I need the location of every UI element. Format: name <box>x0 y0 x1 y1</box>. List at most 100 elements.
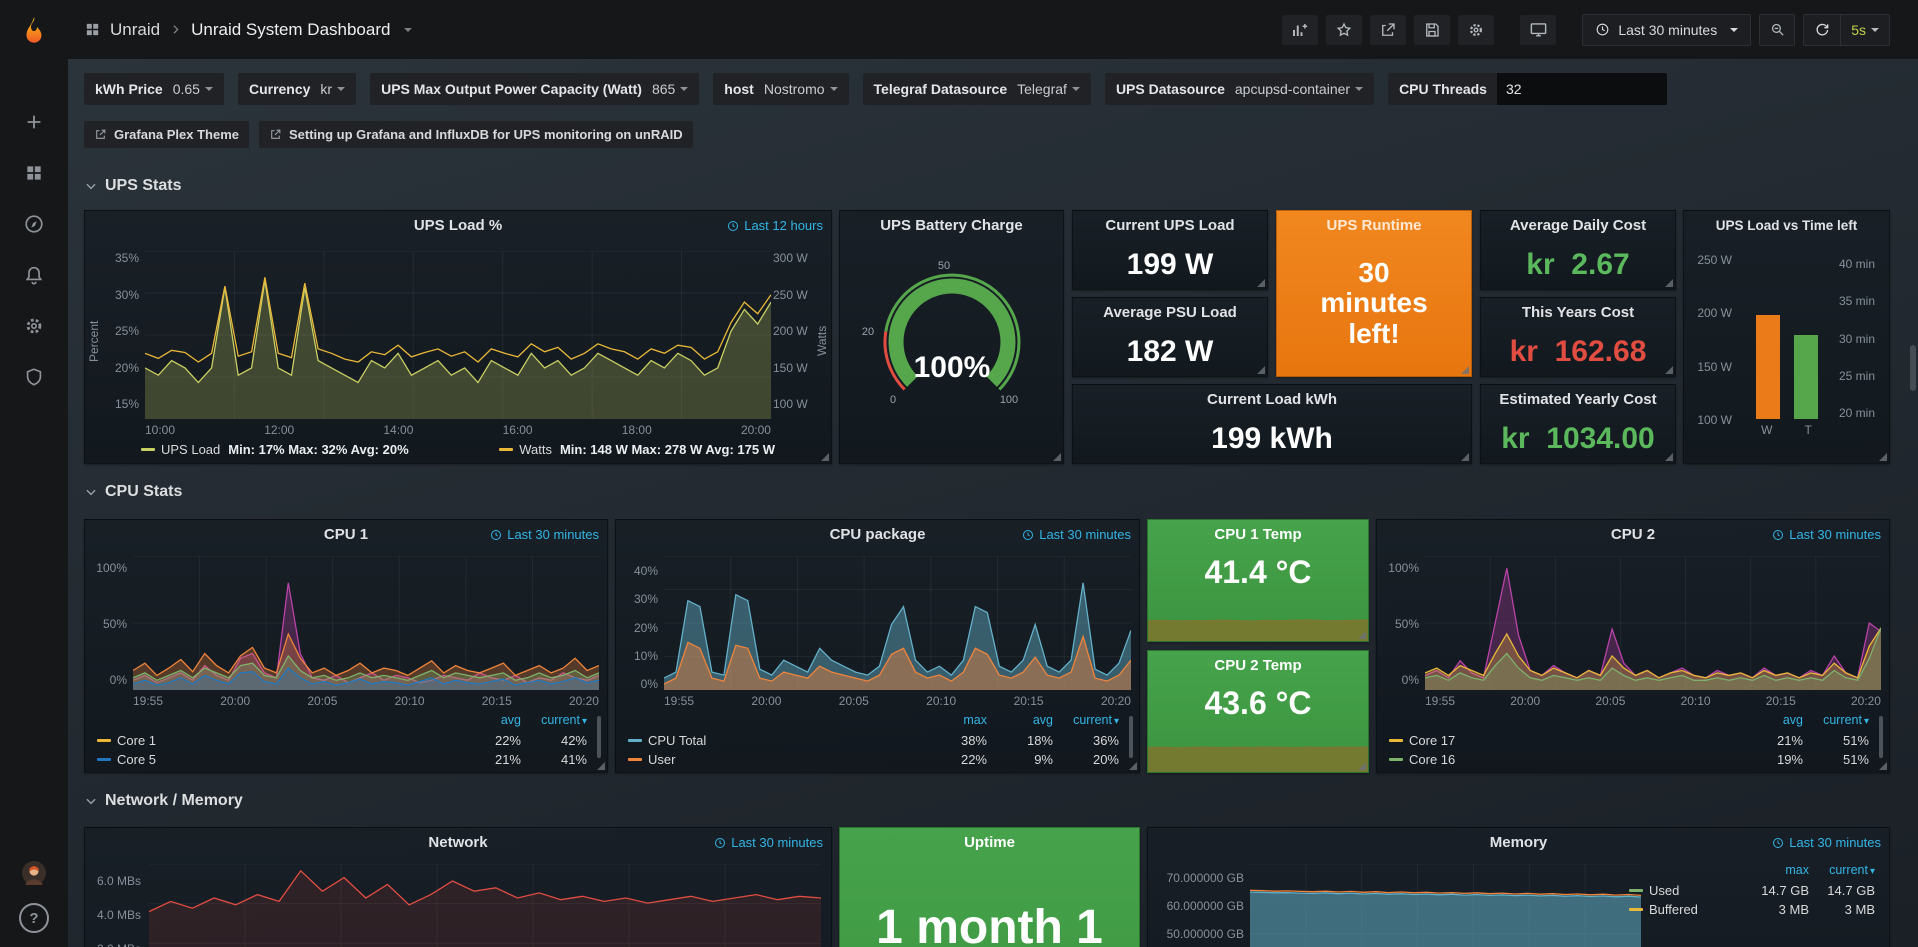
tv-kiosk-button[interactable] <box>1520 15 1556 45</box>
dashboards-icon[interactable] <box>22 161 46 185</box>
variable-value[interactable]: 865 <box>652 81 688 97</box>
panel-time-range[interactable]: Last 30 minutes <box>1772 828 1881 858</box>
clock-icon <box>714 837 726 849</box>
alerting-bell-icon[interactable] <box>22 263 46 287</box>
variable-kwh-price[interactable]: kWh Price0.65 <box>84 73 224 105</box>
variable-ups-datasource[interactable]: UPS Datasourceapcupsd-container <box>1105 73 1374 105</box>
panel-title[interactable]: Estimated Yearly Cost <box>1481 385 1675 415</box>
variable-ups-max-output-power-capacity-watt-[interactable]: UPS Max Output Power Capacity (Watt)865 <box>370 73 699 105</box>
legend-series-core-16[interactable]: Core 16 <box>1389 751 1737 768</box>
server-admin-shield-icon[interactable] <box>22 365 46 389</box>
variable-label: host <box>724 81 754 97</box>
ups-load-chart[interactable] <box>145 251 771 419</box>
explore-compass-icon[interactable] <box>22 212 46 236</box>
star-button[interactable] <box>1326 15 1362 45</box>
legend-header-avg[interactable]: avg <box>457 712 521 730</box>
legend-header-current[interactable]: current <box>1811 862 1875 880</box>
time-range-picker[interactable]: Last 30 minutes <box>1582 14 1751 46</box>
panel-time-range[interactable]: Last 30 minutes <box>1772 520 1881 550</box>
section-cpu-stats[interactable]: CPU Stats <box>84 483 182 501</box>
panel-title[interactable]: Average PSU Load <box>1073 298 1267 328</box>
add-panel-button[interactable] <box>1282 15 1318 45</box>
breadcrumb-current[interactable]: Unraid System Dashboard <box>191 20 390 40</box>
panel-title-memory[interactable]: Memory Last 30 minutes <box>1148 828 1889 858</box>
panel-time-range[interactable]: Last 12 hours <box>727 211 823 241</box>
help-icon[interactable]: ? <box>19 903 49 933</box>
legend-header-avg[interactable]: avg <box>1739 712 1803 730</box>
variable-value[interactable]: Nostromo <box>764 81 838 97</box>
variable-input[interactable] <box>1497 73 1667 105</box>
legend-header-max[interactable]: max <box>1745 862 1809 880</box>
panel-title-ups-load[interactable]: UPS Load % Last 12 hours <box>85 211 831 241</box>
panel-title[interactable]: CPU 2 Temp <box>1148 651 1368 681</box>
panel-title[interactable]: Current UPS Load <box>1073 211 1267 241</box>
section-ups-stats[interactable]: UPS Stats <box>84 177 181 195</box>
legend-series-buffered[interactable]: Buffered <box>1629 901 1743 918</box>
panel-time-range[interactable]: Last 30 minutes <box>490 520 599 550</box>
legend-series-watts[interactable]: Watts Min: 148 W Max: 278 W Avg: 175 W <box>499 442 775 457</box>
dashboard-link[interactable]: Grafana Plex Theme <box>84 121 249 148</box>
legend-series-core-1[interactable]: Core 1 <box>97 732 455 749</box>
panel-title-uptime[interactable]: Uptime <box>840 828 1139 858</box>
panel-title[interactable]: This Years Cost <box>1481 298 1675 328</box>
chevron-down-icon <box>1355 87 1363 91</box>
memory-chart[interactable] <box>1250 864 1641 947</box>
cpu-package-chart[interactable] <box>664 556 1131 690</box>
variable-cpu-threads[interactable]: CPU Threads <box>1388 73 1667 105</box>
panel-title-cpu-1[interactable]: CPU 1 Last 30 minutes <box>85 520 607 550</box>
user-avatar[interactable] <box>22 861 46 885</box>
ups-bars-chart[interactable] <box>1736 251 1837 419</box>
legend-header-avg[interactable]: avg <box>989 712 1053 730</box>
create-plus-icon[interactable] <box>22 110 46 134</box>
panel-title[interactable]: UPS Load vs Time left <box>1684 211 1889 241</box>
panel-title-cpu-package[interactable]: CPU package Last 30 minutes <box>616 520 1139 550</box>
share-button[interactable] <box>1370 15 1406 45</box>
grafana-logo[interactable] <box>0 0 68 59</box>
page-scrollbar-thumb[interactable] <box>1910 345 1916 391</box>
legend-header-current[interactable]: current <box>1805 712 1869 730</box>
panel-title-ups-battery[interactable]: UPS Battery Charge <box>840 211 1063 241</box>
legend-series-ups-load[interactable]: UPS Load Min: 17% Max: 32% Avg: 20% <box>141 442 409 457</box>
axis-tick: 19:55 <box>1425 694 1455 708</box>
dashboard-link[interactable]: Setting up Grafana and InfluxDB for UPS … <box>259 121 693 148</box>
variable-host[interactable]: host Nostromo <box>713 73 848 105</box>
variable-value[interactable]: 0.65 <box>173 81 213 97</box>
legend-scrollbar[interactable] <box>1879 716 1883 758</box>
legend-header-current[interactable]: current <box>1055 712 1119 730</box>
panel-title[interactable]: UPS Runtime <box>1277 211 1471 241</box>
legend-scrollbar[interactable] <box>597 716 601 758</box>
legend-series-cpu-total[interactable]: CPU Total <box>628 732 921 749</box>
legend-series-used[interactable]: Used <box>1629 882 1743 899</box>
legend-header-current[interactable]: current <box>523 712 587 730</box>
breadcrumb-root[interactable]: Unraid <box>110 20 160 40</box>
variable-currency[interactable]: Currencykr <box>238 73 356 105</box>
panel-title-network[interactable]: Network Last 30 minutes <box>85 828 831 858</box>
panel-title[interactable]: Average Daily Cost <box>1481 211 1675 241</box>
axis-tick: 10:00 <box>145 423 175 439</box>
save-button[interactable] <box>1414 15 1450 45</box>
legend-header-max[interactable]: max <box>923 712 987 730</box>
panel-title[interactable]: Current Load kWh <box>1073 385 1471 415</box>
variable-value[interactable]: Telegraf <box>1017 81 1080 97</box>
panel-title[interactable]: CPU 1 Temp <box>1148 520 1368 550</box>
legend-series-core-17[interactable]: Core 17 <box>1389 732 1737 749</box>
variable-value[interactable]: apcupsd-container <box>1235 81 1363 97</box>
panel-title-cpu-2[interactable]: CPU 2 Last 30 minutes <box>1377 520 1889 550</box>
settings-gear-button[interactable] <box>1458 15 1494 45</box>
zoom-out-button[interactable] <box>1759 14 1795 46</box>
variable-telegraf-datasource[interactable]: Telegraf DatasourceTelegraf <box>863 73 1091 105</box>
network-chart[interactable] <box>149 864 821 947</box>
chevron-down-icon[interactable] <box>404 28 412 32</box>
legend-series-core-5[interactable]: Core 5 <box>97 751 455 768</box>
cpu1-chart[interactable] <box>133 556 599 690</box>
legend-series-user[interactable]: User <box>628 751 921 768</box>
configuration-gear-icon[interactable] <box>22 314 46 338</box>
refresh-button[interactable] <box>1804 15 1840 45</box>
cpu2-chart[interactable] <box>1425 556 1881 690</box>
variable-value[interactable]: kr <box>320 81 345 97</box>
panel-time-range[interactable]: Last 30 minutes <box>1022 520 1131 550</box>
section-network-memory[interactable]: Network / Memory <box>84 792 243 810</box>
refresh-interval-dropdown[interactable]: 5s <box>1841 15 1889 45</box>
panel-time-range[interactable]: Last 30 minutes <box>714 828 823 858</box>
legend-scrollbar[interactable] <box>1129 716 1133 758</box>
